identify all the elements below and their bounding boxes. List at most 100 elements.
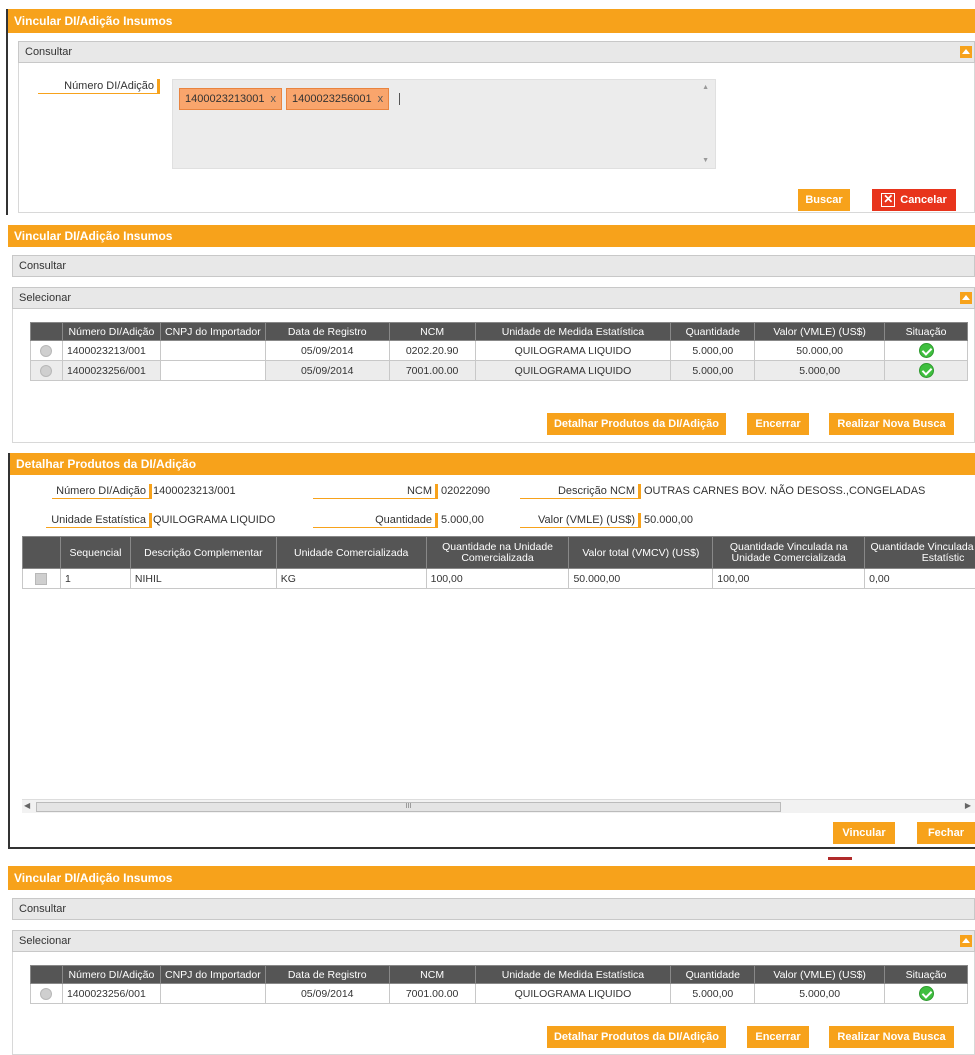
encerrar-button[interactable]: Encerrar xyxy=(747,413,809,435)
section-selecionar[interactable]: Selecionar xyxy=(12,287,975,309)
detalhar-button[interactable]: Detalhar Produtos da DI/Adição xyxy=(547,413,726,435)
panel-title-text: Detalhar Produtos da DI/Adição xyxy=(16,457,197,471)
section-consultar-label: Consultar xyxy=(19,903,67,915)
table-row[interactable]: 1400023213/001 05/09/2014 0202.20.90 QUI… xyxy=(30,340,968,361)
ncm-cell: 0202.20.90 xyxy=(388,340,476,361)
numero-di-label-text: Número DI/Adição xyxy=(56,485,146,497)
scroll-down-icon[interactable]: ▼ xyxy=(702,157,709,164)
detalhar-button[interactable]: Detalhar Produtos da DI/Adição xyxy=(547,1026,726,1048)
nova-busca-label: Realizar Nova Busca xyxy=(837,1031,946,1043)
radio-button[interactable] xyxy=(40,344,53,357)
section-selecionar-label: Selecionar xyxy=(19,292,71,304)
cancelar-button[interactable]: ✕ Cancelar xyxy=(872,189,956,211)
chip-di[interactable]: 1400023213001 x xyxy=(179,88,283,110)
panel-title: Vincular DI/Adição Insumos xyxy=(8,225,975,247)
column-header[interactable]: Descrição Complementar xyxy=(129,536,277,569)
column-header[interactable]: CNPJ do Importador xyxy=(159,965,266,984)
produtos-table: Sequencial Descrição Complementar Unidad… xyxy=(22,536,975,589)
numero-di-label: Número DI/Adição xyxy=(52,484,152,499)
column-header[interactable]: Unidade Comercializada xyxy=(275,536,427,569)
column-header[interactable]: Valor total (VMCV) (US$) xyxy=(568,536,714,569)
horizontal-scrollbar[interactable]: ◀ III ▶ xyxy=(22,799,975,813)
collapse-icon[interactable] xyxy=(960,46,972,58)
column-header[interactable]: Situação xyxy=(884,322,968,341)
column-header[interactable]: Número DI/Adição xyxy=(61,322,161,341)
column-header[interactable]: Quantidade xyxy=(670,322,756,341)
column-header[interactable]: Unidade de Medida Estatística xyxy=(474,965,672,984)
column-header[interactable]: Número DI/Adição xyxy=(61,965,161,984)
quantidade-cell: 100,00 xyxy=(425,568,570,589)
table-row[interactable]: 1400023256/001 05/09/2014 7001.00.00 QUI… xyxy=(30,360,968,381)
section-consultar[interactable]: Consultar xyxy=(12,255,975,277)
column-header[interactable]: Quantidade Vinculada Unidade Estatístic xyxy=(864,536,975,569)
column-header[interactable]: Quantidade xyxy=(670,965,756,984)
column-header[interactable]: CNPJ do Importador xyxy=(159,322,266,341)
section-consultar[interactable]: Consultar xyxy=(12,898,975,920)
select-cell[interactable] xyxy=(30,340,63,361)
vincular-button[interactable]: Vincular xyxy=(833,822,895,844)
section-consultar-label: Consultar xyxy=(19,260,67,272)
chip-di[interactable]: 1400023256001 x xyxy=(286,88,390,110)
panel-title: Vincular DI/Adição Insumos xyxy=(8,9,975,33)
situacao-cell xyxy=(884,360,968,381)
nova-busca-button[interactable]: Realizar Nova Busca xyxy=(829,413,954,435)
fechar-button[interactable]: Fechar xyxy=(917,822,975,844)
quantidade-cell: 5.000,00 xyxy=(670,340,756,361)
panel-selecionar: Vincular DI/Adição Insumos Consultar Sel… xyxy=(8,225,975,443)
numero-di-input[interactable]: 1400023213001 x 1400023256001 x ▲ ▼ xyxy=(172,79,716,169)
valor-cell: 50.000,00 xyxy=(754,340,886,361)
encerrar-button[interactable]: Encerrar xyxy=(747,1026,809,1048)
column-header[interactable]: Quantidade Vinculada na Unidade Comercia… xyxy=(712,536,866,569)
column-header[interactable]: Valor (VMLE) (US$) xyxy=(754,322,886,341)
column-header[interactable]: Sequencial xyxy=(59,536,131,569)
table-row[interactable]: 1 NIHIL KG 100,00 50.000,00 100,00 0,00 xyxy=(22,568,975,589)
column-header[interactable]: Quantidade na Unidade Comercializada xyxy=(425,536,570,569)
column-header[interactable]: Situação xyxy=(884,965,968,984)
table-header: Número DI/Adição CNPJ do Importador Data… xyxy=(30,965,968,984)
select-header xyxy=(30,965,63,984)
descricao-ncm-label-text: Descrição NCM xyxy=(557,485,635,497)
scroll-right-icon[interactable]: ▶ xyxy=(965,801,971,810)
select-cell[interactable] xyxy=(30,360,63,381)
select-cell[interactable] xyxy=(22,568,61,589)
section-selecionar-label: Selecionar xyxy=(19,935,71,947)
column-header[interactable]: Valor (VMLE) (US$) xyxy=(754,965,886,984)
chip-remove-icon[interactable]: x xyxy=(271,93,277,105)
valor-vmle-value: 50.000,00 xyxy=(644,514,693,526)
cancelar-label: Cancelar xyxy=(900,194,947,206)
di-table: Número DI/Adição CNPJ do Importador Data… xyxy=(30,322,968,381)
table-row[interactable]: 1400023256/001 05/09/2014 7001.00.00 QUI… xyxy=(30,983,968,1004)
nova-busca-button[interactable]: Realizar Nova Busca xyxy=(829,1026,954,1048)
chip-remove-icon[interactable]: x xyxy=(378,93,384,105)
column-header[interactable]: NCM xyxy=(388,322,476,341)
valor-cell: 50.000,00 xyxy=(568,568,714,589)
collapse-icon[interactable] xyxy=(960,292,972,304)
column-header[interactable]: Unidade de Medida Estatística xyxy=(474,322,672,341)
radio-button[interactable] xyxy=(40,987,53,1000)
panel-selecionar-result: Vincular DI/Adição Insumos Consultar Sel… xyxy=(8,866,975,1055)
collapse-icon[interactable] xyxy=(960,935,972,947)
column-header[interactable]: NCM xyxy=(388,965,476,984)
panel-title-text: Vincular DI/Adição Insumos xyxy=(14,871,173,885)
select-cell[interactable] xyxy=(30,983,63,1004)
data-cell: 05/09/2014 xyxy=(264,360,390,381)
scroll-left-icon[interactable]: ◀ xyxy=(24,801,30,810)
buscar-button[interactable]: Buscar xyxy=(798,189,850,211)
scrollbar-thumb[interactable]: III xyxy=(36,802,781,812)
ncm-label: NCM xyxy=(313,484,438,499)
situacao-cell xyxy=(884,340,968,361)
quantidade-value: 5.000,00 xyxy=(441,514,484,526)
section-consultar[interactable]: Consultar xyxy=(18,41,975,63)
column-header[interactable]: Data de Registro xyxy=(264,322,390,341)
scroll-up-icon[interactable]: ▲ xyxy=(702,84,709,91)
checkbox[interactable] xyxy=(35,572,48,585)
data-cell: 05/09/2014 xyxy=(264,340,390,361)
detail-table-wrap: Sequencial Descrição Complementar Unidad… xyxy=(22,536,975,590)
column-header[interactable]: Data de Registro xyxy=(264,965,390,984)
valor-vmle-label-text: Valor (VMLE) (US$) xyxy=(538,514,635,526)
section-selecionar[interactable]: Selecionar xyxy=(12,930,975,952)
chip-text: 1400023256001 xyxy=(292,93,372,105)
radio-button[interactable] xyxy=(40,364,53,377)
numero-cell: 1400023256/001 xyxy=(61,360,161,381)
select-header xyxy=(30,322,63,341)
